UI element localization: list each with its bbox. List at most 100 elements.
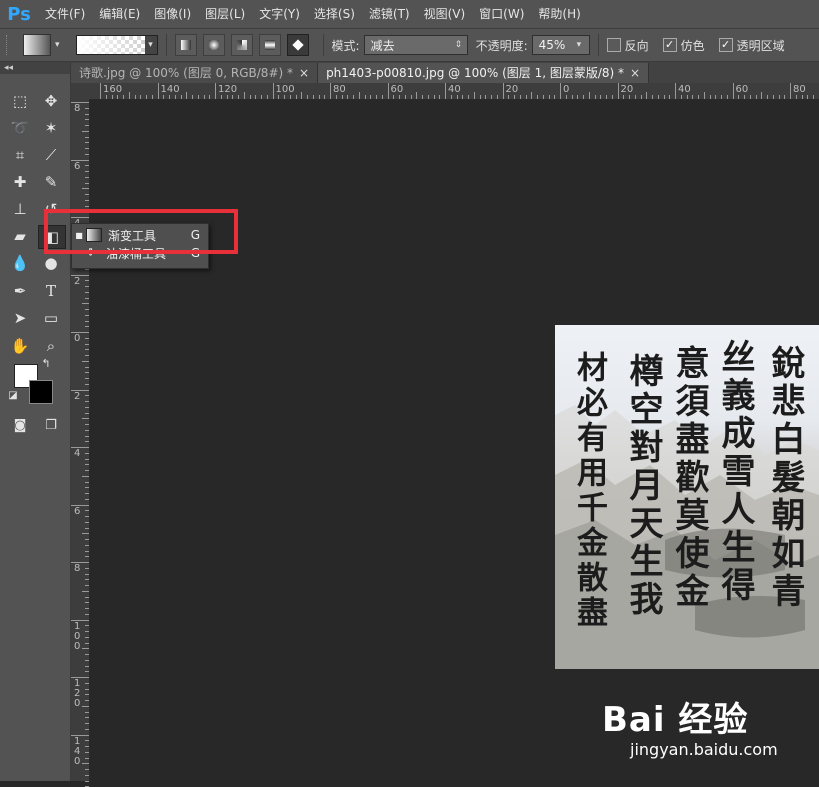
mode-select[interactable]: 减去 ⇕ <box>364 35 468 55</box>
ruler-minor-tick <box>543 95 544 99</box>
menu-file[interactable]: 文件(F) <box>38 0 92 28</box>
ruler-minor-tick <box>85 436 89 437</box>
crop-tool-icon[interactable]: ⌗ <box>7 144 33 166</box>
ruler-minor-tick <box>82 533 89 534</box>
reflected-gradient-button[interactable] <box>259 34 281 56</box>
move-tool-icon[interactable]: ✥ <box>38 90 64 112</box>
opacity-input[interactable]: 45% ▾ <box>532 35 590 55</box>
healing-brush-tool-icon[interactable]: ✚ <box>7 171 33 193</box>
tool-preset-picker[interactable] <box>23 34 51 56</box>
ruler-minor-tick <box>779 95 780 99</box>
gradient-editor-preview[interactable]: ▾ <box>76 35 158 55</box>
ruler-minor-tick <box>727 95 728 99</box>
tab-photo-doc[interactable]: ph1403-p00810.jpg @ 100% (图层 1, 图层蒙版/8) … <box>318 63 649 83</box>
close-icon[interactable]: × <box>630 66 640 80</box>
zoom-tool-icon[interactable]: ⌕ <box>38 335 64 357</box>
type-tool-icon[interactable]: T <box>38 280 64 302</box>
calligraphy-column: 銳悲白髮朝如青 <box>761 345 810 611</box>
swap-colors-icon[interactable]: ↰ <box>38 356 54 370</box>
highlight-box <box>44 209 238 254</box>
chevron-down-icon[interactable]: ▾ <box>55 40 60 50</box>
ruler-minor-tick <box>85 528 89 529</box>
ruler-minor-tick <box>85 700 89 701</box>
ruler-label: 80 <box>793 84 806 95</box>
ruler-minor-tick <box>255 95 256 99</box>
ruler-tick <box>215 83 216 99</box>
chevron-updown-icon: ⇕ <box>455 40 467 50</box>
ruler-minor-tick <box>204 95 205 99</box>
ruler-minor-tick <box>85 142 89 143</box>
eraser-tool-icon[interactable]: ▰ <box>7 225 33 247</box>
ruler-minor-tick <box>85 602 89 603</box>
menu-view[interactable]: 视图(V) <box>417 0 473 28</box>
hand-tool-icon[interactable]: ✋ <box>7 335 33 357</box>
ruler-label: 6 <box>74 507 80 517</box>
menu-layer[interactable]: 图层(L) <box>198 0 252 28</box>
mode-label: 模式: <box>332 37 360 54</box>
menu-type[interactable]: 文字(Y) <box>252 0 307 28</box>
ruler-minor-tick <box>85 430 89 431</box>
path-selection-tool-icon[interactable]: ➤ <box>7 307 33 329</box>
ruler-minor-tick <box>85 384 89 385</box>
ruler-minor-tick <box>290 95 291 99</box>
menu-edit[interactable]: 编辑(E) <box>92 0 147 28</box>
menu-image[interactable]: 图像(I) <box>147 0 198 28</box>
blur-tool-icon[interactable]: 💧 <box>7 252 33 274</box>
pen-tool-icon[interactable]: ✒ <box>7 280 33 302</box>
tab-poem-doc[interactable]: 诗歌.jpg @ 100% (图层 0, RGB/8#) *× <box>71 63 318 83</box>
ruler-minor-tick <box>336 95 337 99</box>
ruler-label: 140 <box>161 84 180 95</box>
ruler-minor-tick <box>687 95 688 99</box>
clone-stamp-tool-icon[interactable]: ⊥ <box>7 198 33 220</box>
ruler-minor-tick <box>85 286 89 287</box>
dodge-tool-icon[interactable]: ● <box>38 252 64 274</box>
ruler-minor-tick <box>85 516 89 517</box>
ruler-minor-tick <box>85 309 89 310</box>
ruler-minor-tick <box>767 95 768 99</box>
diamond-gradient-button[interactable] <box>287 34 309 56</box>
rectangle-tool-icon[interactable]: ▭ <box>38 307 64 329</box>
ruler-label: 0 <box>563 84 569 95</box>
horizontal-ruler[interactable]: 16014012010080604020020406080 <box>90 83 819 100</box>
ruler-origin[interactable] <box>71 83 91 100</box>
screen-mode-icon[interactable]: ❐ <box>38 414 64 436</box>
ruler-tick <box>790 83 791 99</box>
ruler-minor-tick <box>802 95 803 99</box>
menu-select[interactable]: 选择(S) <box>307 0 362 28</box>
vertical-ruler[interactable]: 8642024681 0 01 2 01 4 0 <box>71 99 90 781</box>
quick-mask-icon[interactable]: ◙ <box>7 414 33 436</box>
angle-gradient-button[interactable] <box>231 34 253 56</box>
magic-wand-tool-icon[interactable]: ✶ <box>38 117 64 139</box>
menu-help[interactable]: 帮助(H) <box>531 0 587 28</box>
mode-value: 减去 <box>371 37 395 54</box>
ruler-minor-tick <box>738 95 739 99</box>
dither-checkbox[interactable]: ✓ 仿色 <box>663 37 709 54</box>
default-colors-icon[interactable]: ◪ <box>6 388 20 402</box>
radial-gradient-button[interactable] <box>203 34 225 56</box>
brush-tool-icon[interactable]: ✎ <box>38 171 64 193</box>
ruler-minor-tick <box>85 125 89 126</box>
ruler-minor-tick <box>232 95 233 99</box>
toolbar-collapse[interactable]: ◂◂ <box>0 62 70 74</box>
transparency-checkbox[interactable]: ✓ 透明区域 <box>719 37 789 54</box>
linear-gradient-button[interactable] <box>175 34 197 56</box>
background-color-swatch[interactable] <box>29 380 53 404</box>
ruler-minor-tick <box>491 95 492 99</box>
marquee-tool-icon[interactable]: ⬚ <box>7 90 33 112</box>
menu-filter[interactable]: 滤镜(T) <box>362 0 417 28</box>
options-grip[interactable] <box>6 35 15 55</box>
ruler-minor-tick <box>85 746 89 747</box>
close-icon[interactable]: × <box>299 66 309 80</box>
menu-window[interactable]: 窗口(W) <box>472 0 531 28</box>
document-image[interactable]: 銳悲白髮朝如青 丝義成雪人生得 意須盡歡莫使金 樽空對月天生我 材必有用千金散盡 <box>555 325 819 669</box>
ruler-label: 160 <box>103 84 122 95</box>
eyedropper-tool-icon[interactable]: ⟋ <box>38 144 64 166</box>
ruler-minor-tick <box>123 95 124 99</box>
lasso-tool-icon[interactable]: ➰ <box>7 117 33 139</box>
reverse-checkbox[interactable]: 反向 <box>607 37 653 54</box>
calligraphy-column: 意須盡歡莫使金 <box>665 345 714 611</box>
ruler-minor-tick <box>756 95 757 99</box>
ruler-tick <box>158 83 159 99</box>
chevron-down-icon[interactable]: ▾ <box>145 36 157 54</box>
ruler-label: 20 <box>621 84 634 95</box>
